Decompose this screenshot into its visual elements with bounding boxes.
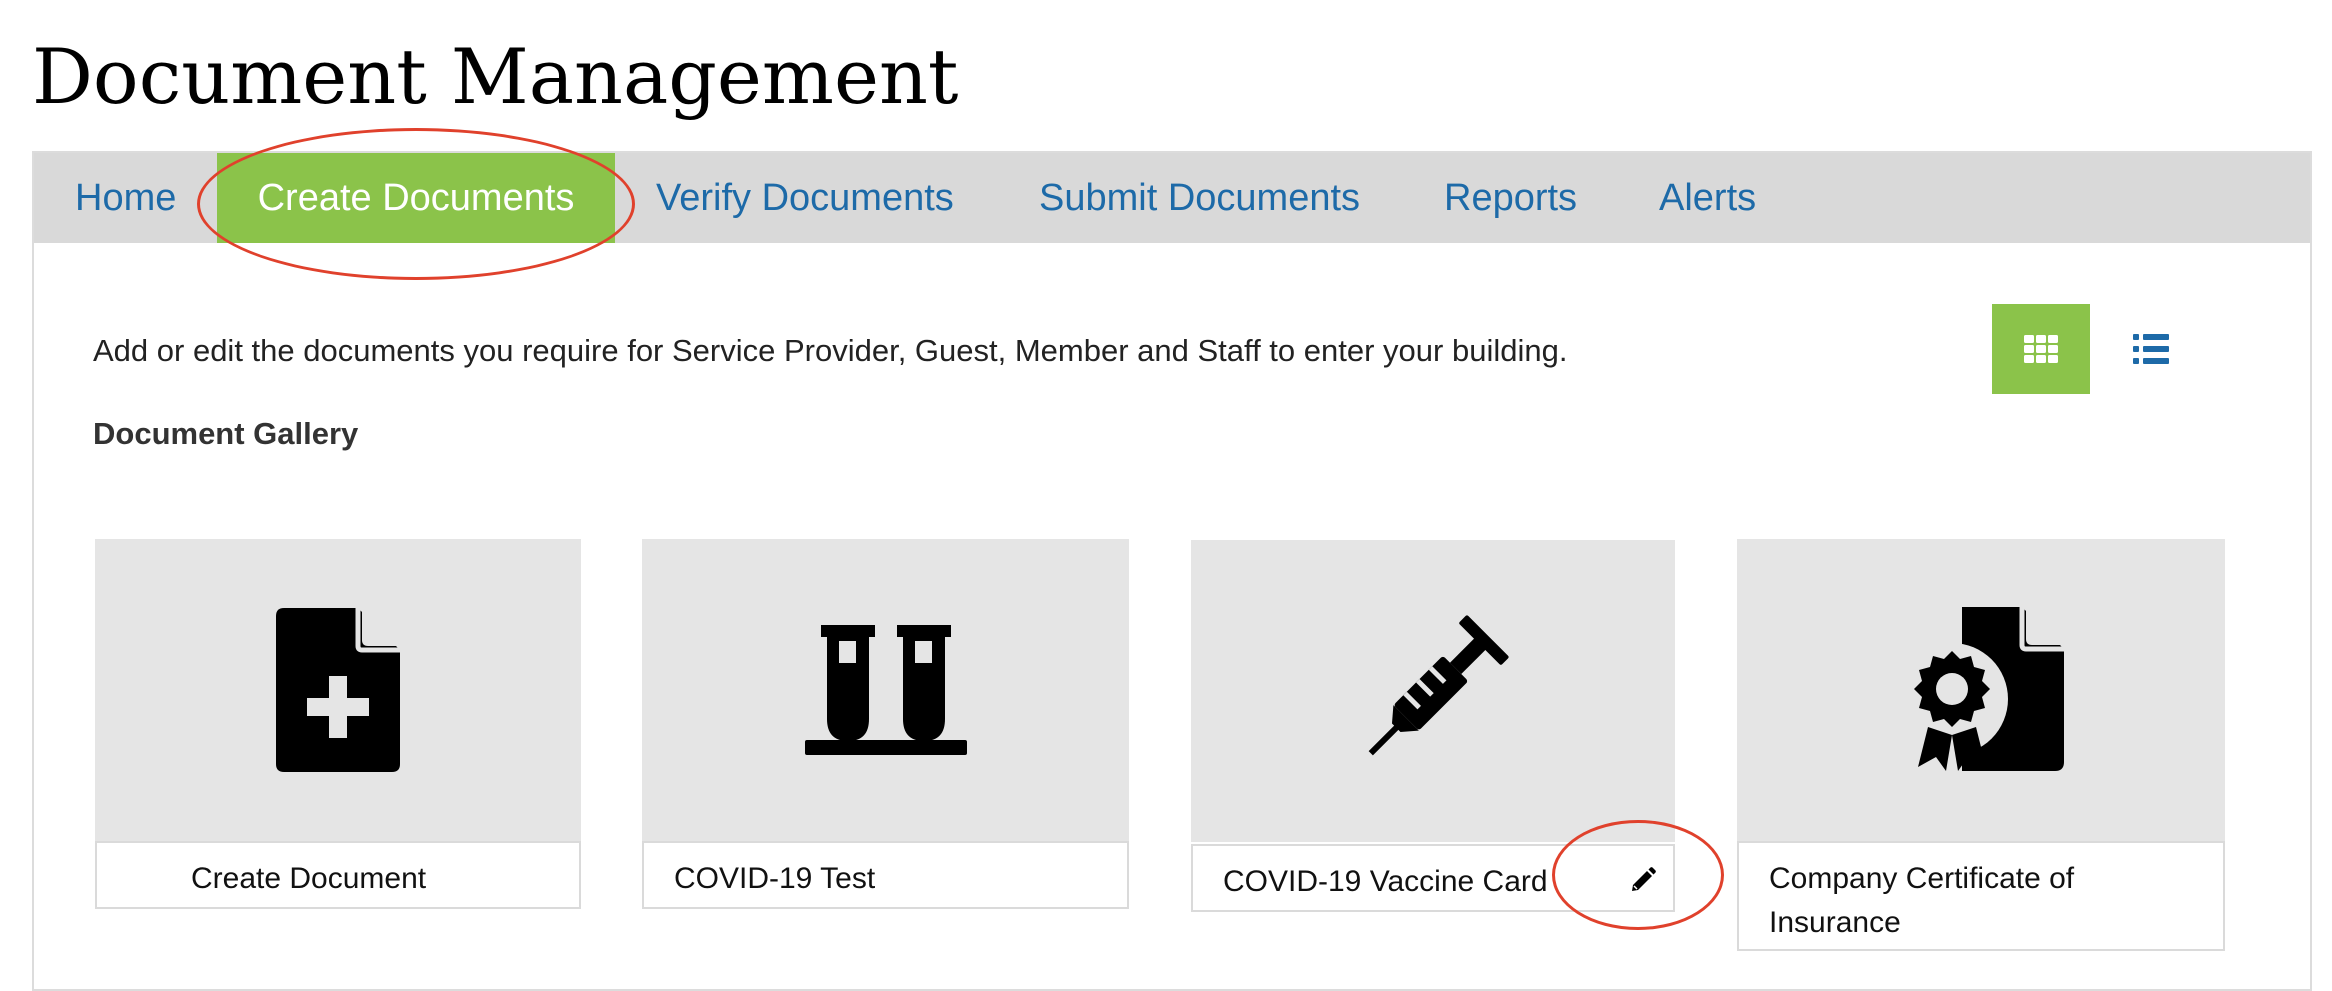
card-image <box>1191 540 1675 842</box>
grid-view-button[interactable] <box>1992 304 2090 394</box>
intro-text: Add or edit the documents you require fo… <box>93 333 1568 368</box>
nav-item-create-documents[interactable]: Create Documents <box>217 153 615 243</box>
edit-document-button[interactable] <box>1621 858 1665 902</box>
gallery-heading: Document Gallery <box>93 416 359 451</box>
content-panel: Home Create Documents Verify Documents S… <box>32 151 2312 991</box>
document-card-certificate-insurance[interactable]: Company Certificate of Insurance <box>1737 539 2225 951</box>
syringe-icon <box>1368 615 1509 756</box>
card-caption: Company Certificate of Insurance <box>1737 841 2225 951</box>
pencil-icon <box>1632 867 1656 891</box>
nav-item-submit-documents[interactable]: Submit Documents <box>1039 153 1360 243</box>
main-nav: Home Create Documents Verify Documents S… <box>34 153 2310 243</box>
document-card-create[interactable]: Create Document <box>95 539 581 909</box>
card-caption: Create Document <box>95 841 581 909</box>
page-title: Document Management <box>32 32 959 121</box>
nav-item-reports[interactable]: Reports <box>1444 153 1577 243</box>
card-image <box>642 539 1129 841</box>
nav-item-alerts[interactable]: Alerts <box>1659 153 1756 243</box>
card-image <box>1737 539 2225 841</box>
list-icon <box>2133 334 2169 364</box>
nav-item-home[interactable]: Home <box>75 153 176 243</box>
grid-icon <box>2024 335 2058 363</box>
list-view-button[interactable] <box>2102 304 2200 394</box>
certificate-icon <box>1898 607 2064 771</box>
test-tubes-icon <box>804 625 967 755</box>
card-image <box>95 539 581 841</box>
card-caption: COVID-19 Test <box>642 841 1129 909</box>
document-card-covid-vaccine[interactable]: COVID-19 Vaccine Card <box>1191 540 1675 912</box>
document-card-covid-test[interactable]: COVID-19 Test <box>642 539 1129 909</box>
nav-item-verify-documents[interactable]: Verify Documents <box>656 153 954 243</box>
card-caption: COVID-19 Vaccine Card <box>1191 844 1675 912</box>
file-plus-icon <box>276 608 400 772</box>
